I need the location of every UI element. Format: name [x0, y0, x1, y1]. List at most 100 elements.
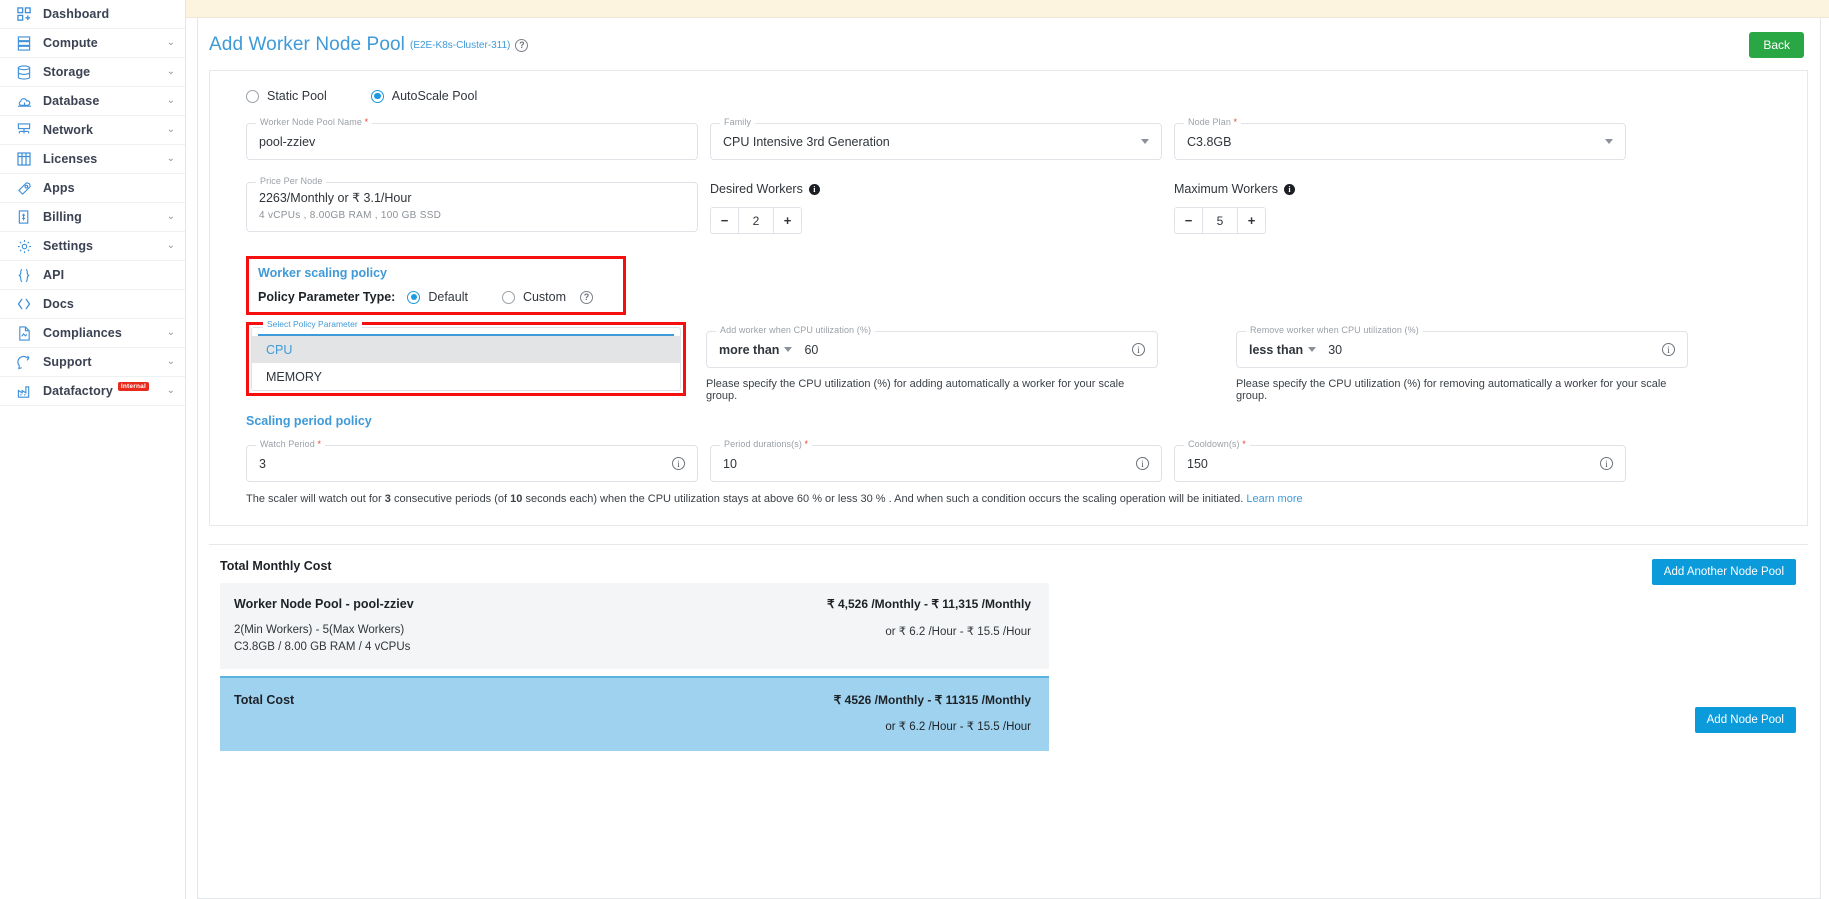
- back-button[interactable]: Back: [1749, 32, 1804, 58]
- cost-pool-name: Worker Node Pool - pool-zziev: [234, 597, 414, 611]
- cost-summary-section: Total Monthly Cost Add Another Node Pool…: [209, 544, 1808, 751]
- remove-worker-threshold-field[interactable]: Remove worker when CPU utilization (%) l…: [1236, 325, 1688, 368]
- period-duration-value[interactable]: 10: [723, 457, 737, 471]
- dropdown-option-memory[interactable]: MEMORY: [252, 363, 680, 390]
- sidebar-item-compliances[interactable]: Compliances ⌄: [0, 319, 185, 348]
- sidebar-item-label: Billing: [43, 210, 82, 224]
- question-mark-icon[interactable]: ?: [515, 38, 529, 52]
- info-icon[interactable]: i: [1600, 457, 1613, 470]
- sidebar-item-settings[interactable]: Settings ⌄: [0, 232, 185, 261]
- radio-policy-default[interactable]: Default: [407, 290, 468, 304]
- chevron-down-icon: [1605, 139, 1613, 144]
- add-worker-operator[interactable]: more than: [719, 343, 779, 357]
- sidebar-item-network[interactable]: Network ⌄: [0, 116, 185, 145]
- period-duration-field[interactable]: Period durations(s) * 10 i: [710, 439, 1162, 482]
- sidebar-item-datafactory[interactable]: Datafactory Internal ⌄: [0, 377, 185, 406]
- maximum-workers-group: Maximum Workers i − 5 +: [1174, 182, 1626, 234]
- sidebar-item-label: API: [43, 268, 65, 282]
- info-icon[interactable]: i: [1136, 457, 1149, 470]
- chevron-down-icon: ⌄: [166, 385, 175, 396]
- info-icon[interactable]: i: [1662, 343, 1675, 356]
- sidebar-item-label: Storage: [43, 65, 91, 79]
- field-label: Family: [720, 117, 756, 127]
- info-icon[interactable]: i: [672, 457, 685, 470]
- total-cost-monthly: ₹ 4526 /Monthly - ₹ 11315 /Monthly: [833, 693, 1031, 707]
- maximum-workers-decrement[interactable]: −: [1175, 208, 1202, 233]
- desired-workers-stepper[interactable]: − 2 +: [710, 207, 802, 234]
- maximum-workers-increment[interactable]: +: [1238, 208, 1265, 233]
- cluster-name: (E2E-K8s-Cluster-311): [409, 39, 511, 51]
- desired-workers-increment[interactable]: +: [774, 208, 801, 233]
- radio-policy-custom[interactable]: Custom: [501, 290, 566, 304]
- rocket-icon: [14, 178, 34, 198]
- radio-circle-selected-icon: [370, 89, 384, 103]
- add-node-pool-button[interactable]: Add Node Pool: [1694, 707, 1796, 733]
- price-per-node-field: Price Per Node 2263/Monthly or ₹ 3.1/Hou…: [246, 176, 698, 232]
- sidebar-item-storage[interactable]: Storage ⌄: [0, 58, 185, 87]
- total-cost-hourly: or ₹ 6.2 /Hour - ₹ 15.5 /Hour: [885, 721, 1031, 733]
- maximum-workers-stepper[interactable]: − 5 +: [1174, 207, 1266, 234]
- policy-parameter-type-row: Policy Parameter Type: Default Custom ?: [258, 290, 594, 304]
- worker-node-pool-name-field[interactable]: Worker Node Pool Name * pool-zziev: [246, 117, 698, 160]
- field-label: Worker Node Pool Name *: [256, 117, 373, 127]
- sidebar-item-dashboard[interactable]: Dashboard: [0, 0, 185, 29]
- gear-icon: [14, 236, 34, 256]
- add-worker-threshold-field[interactable]: Add worker when CPU utilization (%) more…: [706, 325, 1158, 368]
- cooldown-value[interactable]: 150: [1187, 457, 1208, 471]
- watch-period-value[interactable]: 3: [259, 457, 266, 471]
- sidebar-item-label: Compute: [43, 36, 98, 50]
- chevron-down-icon[interactable]: [784, 347, 793, 352]
- watch-period-field[interactable]: Watch Period * 3 i: [246, 439, 698, 482]
- sidebar-item-label: Apps: [43, 181, 75, 195]
- chevron-down-icon: ⌄: [166, 37, 175, 48]
- info-icon[interactable]: i: [1283, 183, 1295, 195]
- radio-static-pool[interactable]: Static Pool: [246, 89, 327, 103]
- chevron-down-icon: ⌄: [166, 95, 175, 106]
- add-worker-group: Add worker when CPU utilization (%) more…: [706, 325, 1158, 402]
- add-another-node-pool-button[interactable]: Add Another Node Pool: [1651, 559, 1796, 585]
- add-worker-helper-text: Please specify the CPU utilization (%) f…: [706, 378, 1125, 402]
- desired-workers-value[interactable]: 2: [738, 208, 774, 233]
- license-grid-icon: [14, 149, 34, 169]
- cooldown-field[interactable]: Cooldown(s) * 150 i: [1174, 439, 1626, 482]
- remove-worker-value[interactable]: 30: [1328, 343, 1342, 357]
- field-label: Node Plan *: [1184, 117, 1242, 127]
- add-worker-value[interactable]: 60: [804, 343, 818, 357]
- info-icon[interactable]: i: [1132, 343, 1145, 356]
- remove-worker-group: Remove worker when CPU utilization (%) l…: [1236, 325, 1688, 402]
- sidebar-item-apps[interactable]: Apps: [0, 174, 185, 203]
- network-icon: [14, 120, 34, 140]
- radio-label: Default: [428, 290, 468, 304]
- sidebar-item-billing[interactable]: Billing ⌄: [0, 203, 185, 232]
- sidebar-item-licenses[interactable]: Licenses ⌄: [0, 145, 185, 174]
- family-select[interactable]: Family CPU Intensive 3rd Generation: [710, 117, 1162, 160]
- page-header: Add Worker Node Pool (E2E-K8s-Cluster-31…: [198, 18, 1820, 66]
- sidebar-item-docs[interactable]: Docs: [0, 290, 185, 319]
- dropdown-option-cpu[interactable]: CPU: [252, 336, 680, 363]
- cloud-database-icon: [14, 91, 34, 111]
- learn-more-link[interactable]: Learn more: [1246, 493, 1302, 505]
- node-plan-select[interactable]: Node Plan * C3.8GB: [1174, 117, 1626, 160]
- policy-threshold-row: Select Policy Parameter CPU MEMORY Add w…: [228, 319, 1789, 402]
- chevron-down-icon[interactable]: [1308, 347, 1317, 352]
- info-icon[interactable]: i: [808, 183, 820, 195]
- cost-row-left: Worker Node Pool - pool-zziev 2(Min Work…: [234, 597, 414, 653]
- maximum-workers-value[interactable]: 5: [1202, 208, 1238, 233]
- field-label: Remove worker when CPU utilization (%): [1246, 325, 1423, 335]
- question-mark-icon[interactable]: ?: [580, 290, 594, 304]
- desired-workers-decrement[interactable]: −: [711, 208, 738, 233]
- note-part-1: The scaler will watch out for: [246, 493, 385, 505]
- remove-worker-operator[interactable]: less than: [1249, 343, 1303, 357]
- dashboard-icon: [14, 4, 34, 24]
- sidebar-item-compute[interactable]: Compute ⌄: [0, 29, 185, 58]
- field-label: Cooldown(s) *: [1184, 439, 1250, 449]
- radio-autoscale-pool[interactable]: AutoScale Pool: [370, 89, 477, 103]
- sidebar-item-database[interactable]: Database ⌄: [0, 87, 185, 116]
- sidebar-item-api[interactable]: API: [0, 261, 185, 290]
- status-badge: Internal: [117, 381, 149, 391]
- chevron-down-icon: ⌄: [166, 153, 175, 164]
- sidebar-item-label: Datafactory: [43, 384, 113, 398]
- sidebar-item-support[interactable]: Support ⌄: [0, 348, 185, 377]
- select-policy-parameter-dropdown[interactable]: CPU MEMORY: [251, 327, 681, 391]
- note-seconds: 10: [510, 493, 523, 505]
